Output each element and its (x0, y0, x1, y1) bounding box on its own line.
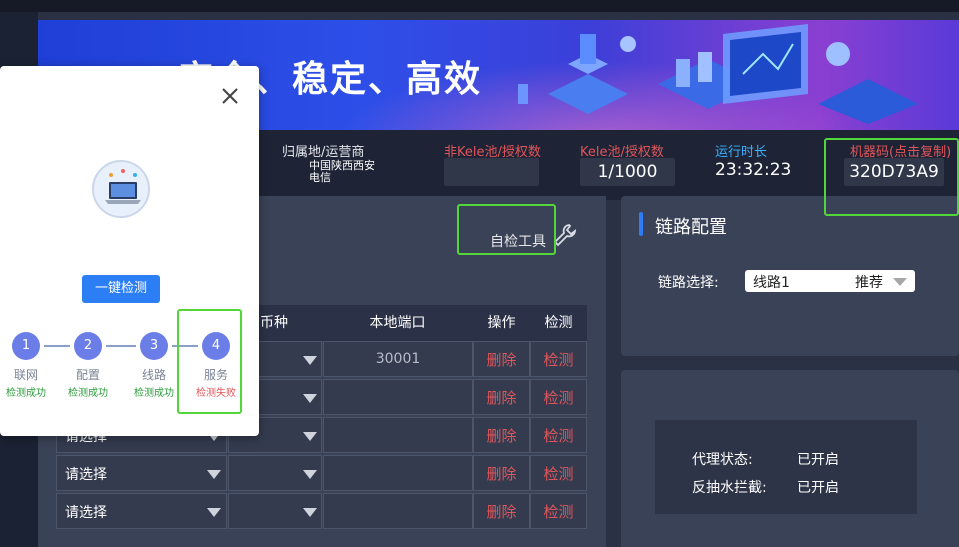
delete-button[interactable]: 删除 (473, 417, 530, 453)
select-placeholder: 请选择 (65, 467, 107, 483)
check-button[interactable]: 检测 (530, 341, 587, 377)
table-row-port[interactable]: 30001 (323, 341, 473, 377)
link-config-accent (639, 212, 643, 236)
table-row-select-pool[interactable]: 请选择 (56, 493, 227, 529)
step-state: 检测成功 (134, 388, 174, 399)
chevron-down-icon (303, 394, 317, 403)
step-state: 检测成功 (68, 388, 108, 399)
uptime-value: 23:32:23 (715, 160, 792, 180)
step-circle: 2 (74, 332, 102, 360)
delete-button[interactable]: 删除 (473, 493, 530, 529)
step-circle: 3 (140, 332, 168, 360)
close-icon[interactable] (220, 86, 240, 106)
header-check: 检测 (530, 305, 587, 341)
table-row-select-coin[interactable] (228, 493, 322, 529)
chevron-down-icon (303, 508, 317, 517)
link-config-title: 链路配置 (655, 217, 727, 238)
step-label: 线路 (141, 368, 166, 382)
laptop-icon (94, 162, 148, 216)
non-kele-value-box (444, 158, 539, 186)
location-value: 中国陕西西安 电信 (309, 159, 375, 184)
delete-button[interactable]: 删除 (473, 379, 530, 415)
anti-pump-label: 反抽水拦截: (692, 480, 767, 496)
one-click-check-button[interactable]: 一键检测 (82, 275, 160, 303)
proxy-status-label: 代理状态: (692, 452, 753, 468)
anti-pump-value: 已开启 (797, 480, 839, 496)
header-operation: 操作 (473, 305, 530, 341)
step-connector (106, 345, 136, 347)
chevron-down-icon (303, 432, 317, 441)
step-label: 配置 (75, 368, 100, 382)
location-label: 归属地/运营商 (282, 145, 365, 160)
chevron-down-icon (303, 356, 317, 365)
check-button[interactable]: 检测 (530, 379, 587, 415)
table-row-port[interactable] (323, 379, 473, 415)
proxy-status-value: 已开启 (797, 452, 839, 468)
kele-value: 1/1000 (580, 158, 675, 186)
highlight-machine-code (824, 138, 959, 216)
highlight-step-service (177, 309, 242, 414)
step-state: 检测成功 (6, 388, 46, 399)
step-label: 联网 (13, 368, 38, 382)
window-top-frame (0, 0, 959, 12)
link-select-tag: 推荐 (855, 275, 883, 291)
highlight-self-check (457, 204, 556, 255)
step-connector (44, 345, 70, 347)
table-row-port[interactable] (323, 493, 473, 529)
check-button[interactable]: 检测 (530, 493, 587, 529)
check-button[interactable]: 检测 (530, 455, 587, 491)
port-value: 30001 (375, 351, 421, 367)
isometric-illustration (518, 24, 918, 124)
step-circle: 1 (12, 332, 40, 360)
header-coin: 币种 (258, 305, 323, 341)
table-row-port[interactable] (323, 455, 473, 491)
chevron-down-icon (207, 470, 221, 479)
select-placeholder: 请选择 (65, 505, 107, 521)
diagnostic-avatar (92, 160, 150, 218)
check-button[interactable]: 检测 (530, 417, 587, 453)
delete-button[interactable]: 删除 (473, 455, 530, 491)
link-select-value: 线路1 (753, 275, 790, 291)
table-row-select-pool[interactable]: 请选择 (56, 455, 227, 491)
table-row-select-coin[interactable] (228, 455, 322, 491)
chevron-down-icon (303, 470, 317, 479)
table-row-port[interactable] (323, 417, 473, 453)
chevron-down-icon (207, 508, 221, 517)
link-select-label: 链路选择: (658, 275, 719, 291)
delete-button[interactable]: 删除 (473, 341, 530, 377)
header-local-port: 本地端口 (322, 305, 473, 341)
link-select[interactable]: 线路1 推荐 (745, 270, 915, 292)
chevron-down-icon (893, 278, 907, 286)
uptime-label: 运行时长 (715, 145, 768, 160)
